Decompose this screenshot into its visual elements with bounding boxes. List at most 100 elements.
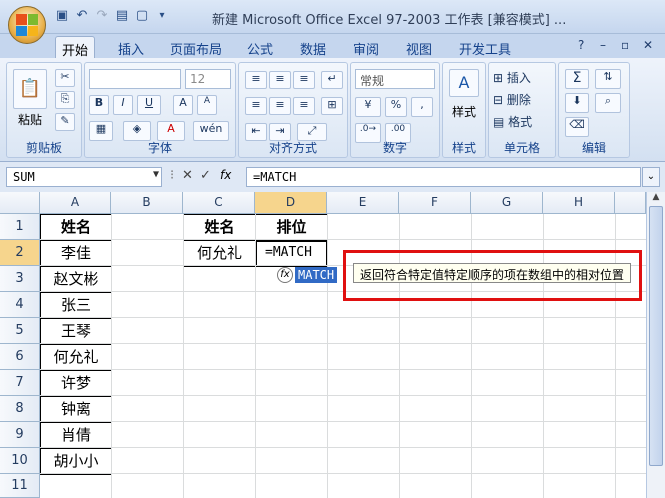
minimize-icon[interactable]: – [600, 38, 606, 52]
align-top-icon[interactable]: ≡ [245, 71, 267, 89]
percent-button[interactable]: % [385, 97, 407, 117]
tab-developer[interactable]: 开发工具 [453, 36, 517, 58]
styles-icon[interactable]: A [449, 69, 479, 97]
cell-a2[interactable]: 李佳 [40, 240, 112, 267]
font-color-icon[interactable]: A [157, 121, 185, 141]
copy-icon[interactable]: ⎘ [55, 91, 75, 109]
tab-page-layout[interactable]: 页面布局 [164, 36, 228, 58]
column-header-d[interactable]: D [255, 192, 327, 214]
cell-a8[interactable]: 钟离 [40, 396, 112, 423]
align-left-icon[interactable]: ≡ [245, 97, 267, 115]
column-header-c[interactable]: C [183, 192, 255, 214]
column-header-b[interactable]: B [111, 192, 183, 214]
office-button[interactable] [8, 6, 46, 44]
format-painter-icon[interactable]: ✎ [55, 113, 75, 131]
row-header-4[interactable]: 4 [0, 292, 40, 318]
tab-home[interactable]: 开始 [55, 36, 96, 59]
function-autocomplete[interactable]: fx MATCH [277, 266, 338, 284]
cell-a5[interactable]: 王琴 [40, 318, 112, 345]
column-header-f[interactable]: F [399, 192, 471, 214]
align-middle-icon[interactable]: ≡ [269, 71, 291, 89]
cell-d1[interactable]: 排位 [255, 214, 328, 241]
underline-button[interactable]: U [137, 95, 161, 115]
scrollbar-thumb[interactable] [649, 206, 663, 466]
enter-icon[interactable]: ✓ [200, 168, 211, 183]
cell-a3[interactable]: 赵文彬 [40, 266, 112, 293]
cell-a4[interactable]: 张三 [40, 292, 112, 319]
font-size-combo[interactable]: 12 [185, 69, 231, 89]
cell-a1[interactable]: 姓名 [40, 214, 112, 241]
align-right-icon[interactable]: ≡ [293, 97, 315, 115]
cancel-icon[interactable]: ✕ [182, 168, 193, 183]
fill-icon[interactable]: ⬇ [565, 93, 589, 113]
cell-c2[interactable]: 何允礼 [183, 240, 256, 267]
currency-icon[interactable]: ¥ [355, 97, 381, 117]
insert-cells-button[interactable]: ⊞ 插入 [493, 69, 531, 86]
name-box-dropdown-icon[interactable]: ▼ [153, 169, 159, 180]
grow-font-button[interactable]: A [173, 95, 193, 115]
number-format-combo[interactable]: 常规 [355, 69, 435, 89]
print-preview-icon[interactable]: ▤ [114, 8, 130, 24]
column-header-h[interactable]: H [543, 192, 615, 214]
restore-icon[interactable]: ▫ [621, 38, 629, 52]
shrink-font-button[interactable]: A [197, 95, 217, 115]
cell-a10[interactable]: 胡小小 [40, 448, 112, 475]
column-header-e[interactable]: E [327, 192, 399, 214]
sort-filter-icon[interactable]: ⇅ [595, 69, 621, 89]
delete-cells-button[interactable]: ⊟ 删除 [493, 91, 531, 108]
column-header-i[interactable] [615, 192, 646, 214]
fill-color-icon[interactable]: ◈ [123, 121, 151, 141]
cell-a9[interactable]: 肖倩 [40, 422, 112, 449]
undo-icon[interactable]: ↶ [74, 8, 90, 24]
autosum-button[interactable]: Σ [565, 69, 589, 89]
cell-a7[interactable]: 许梦 [40, 370, 112, 397]
align-bottom-icon[interactable]: ≡ [293, 71, 315, 89]
paste-label[interactable]: 粘贴 [13, 111, 47, 128]
styles-label[interactable]: 样式 [443, 103, 485, 120]
find-select-icon[interactable]: ⌕ [595, 93, 621, 113]
merge-center-icon[interactable]: ⊞ [321, 97, 343, 115]
close-icon[interactable]: ✕ [643, 38, 653, 52]
font-name-combo[interactable] [89, 69, 181, 89]
format-cells-button[interactable]: ▤ 格式 [493, 113, 532, 130]
autocomplete-function-name[interactable]: MATCH [295, 267, 338, 283]
insert-function-button[interactable]: fx [220, 168, 231, 182]
bold-button[interactable]: B [89, 95, 109, 115]
cell-c1[interactable]: 姓名 [183, 214, 256, 241]
tab-insert[interactable]: 插入 [112, 36, 150, 58]
save-icon[interactable]: ▣ [54, 8, 70, 24]
row-header-8[interactable]: 8 [0, 396, 40, 422]
vertical-scrollbar[interactable]: ▲ [646, 192, 665, 498]
tab-formulas[interactable]: 公式 [241, 36, 279, 58]
scroll-up-icon[interactable]: ▲ [649, 192, 663, 206]
help-icon[interactable]: ? [578, 38, 584, 52]
cell-a6[interactable]: 何允礼 [40, 344, 112, 371]
name-box[interactable]: SUM ▼ [6, 167, 162, 187]
paste-icon[interactable]: 📋 [13, 69, 47, 109]
row-header-7[interactable]: 7 [0, 370, 40, 396]
row-header-1[interactable]: 1 [0, 214, 40, 240]
row-header-3[interactable]: 3 [0, 266, 40, 292]
phonetic-button[interactable]: wén [193, 121, 229, 141]
column-header-a[interactable]: A [40, 192, 111, 214]
align-center-icon[interactable]: ≡ [269, 97, 291, 115]
row-header-6[interactable]: 6 [0, 344, 40, 370]
customize-toolbar-icon[interactable]: ▾ [154, 8, 170, 24]
new-icon[interactable]: ▢ [134, 8, 150, 24]
cut-icon[interactable]: ✂ [55, 69, 75, 87]
wrap-text-icon[interactable]: ↵ [321, 71, 343, 89]
borders-icon[interactable]: ▦ [89, 121, 113, 141]
formula-input[interactable]: =MATCH [246, 167, 641, 187]
tab-review[interactable]: 审阅 [347, 36, 385, 58]
tab-data[interactable]: 数据 [294, 36, 332, 58]
row-header-5[interactable]: 5 [0, 318, 40, 344]
row-header-10[interactable]: 10 [0, 448, 40, 474]
column-header-g[interactable]: G [471, 192, 543, 214]
tab-view[interactable]: 视图 [400, 36, 438, 58]
select-all-corner[interactable] [0, 192, 40, 214]
row-header-11[interactable]: 11 [0, 474, 40, 498]
row-header-9[interactable]: 9 [0, 422, 40, 448]
row-header-2[interactable]: 2 [0, 240, 40, 266]
italic-button[interactable]: I [113, 95, 133, 115]
clear-icon[interactable]: ⌫ [565, 117, 589, 137]
